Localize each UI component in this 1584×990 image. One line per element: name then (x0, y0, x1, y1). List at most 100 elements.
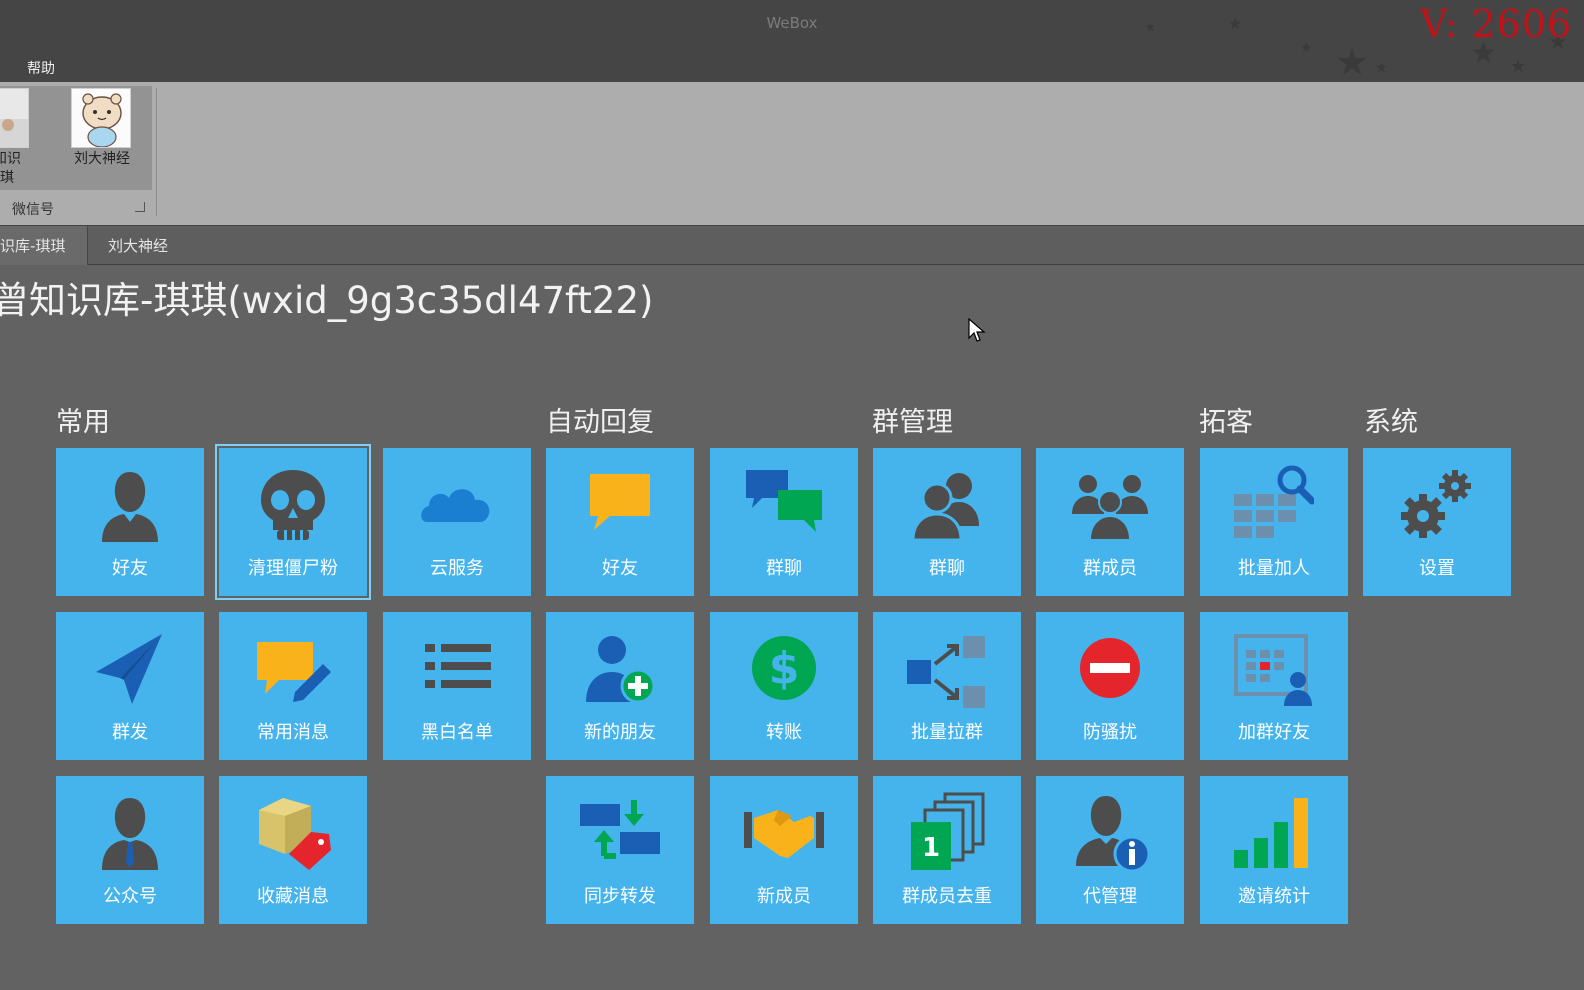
star-decoration-icon: ★ (1335, 40, 1370, 82)
tile-proxy-manage[interactable]: 代管理 (1036, 776, 1184, 924)
group-label: 微信号 (12, 202, 54, 218)
tile-label: 常用消息 (257, 722, 329, 743)
account-name-line: 琪琪 (0, 170, 14, 186)
tab-account-1[interactable]: 识库-琪琪 (0, 226, 88, 265)
tile-label: 批量拉群 (911, 722, 983, 743)
tile-label: 批量加人 (1238, 558, 1310, 579)
avatar (0, 88, 29, 148)
skull-icon (261, 470, 325, 540)
tile-label: 转账 (766, 722, 802, 743)
tile-clean-zombie[interactable]: 清理僵尸粉 (215, 444, 371, 600)
grid-search-icon (1234, 465, 1314, 538)
section-system: 系统 (1364, 407, 1418, 438)
tile-batch-pull[interactable]: 批量拉群 (873, 612, 1021, 760)
tile-label: 好友 (112, 558, 148, 579)
tile-friends[interactable]: 好友 (56, 448, 204, 596)
ribbon-divider (156, 88, 157, 216)
box-tag-icon (259, 798, 331, 870)
tile-label: 新成员 (757, 886, 811, 907)
tile-label: 加群好友 (1238, 722, 1310, 743)
menu-help[interactable]: 帮助 (27, 58, 55, 78)
bar-chart-icon (1234, 798, 1308, 868)
tile-settings[interactable]: 设置 (1363, 448, 1511, 596)
tile-label: 设置 (1419, 558, 1455, 579)
tile-label: 群成员去重 (902, 886, 992, 907)
tile-label: 邀请统计 (1238, 886, 1310, 907)
paper-plane-icon (96, 634, 162, 704)
tile-group-members[interactable]: 群成员 (1036, 448, 1184, 596)
tile-cloud[interactable]: 云服务 (383, 448, 531, 596)
person-icon (102, 472, 158, 542)
account-group: 曾知识 琪琪 刘大神经 (0, 86, 152, 190)
stacked-docs-icon: 1 (911, 792, 985, 870)
cloud-icon (421, 489, 490, 522)
dialog-launcher-icon[interactable] (135, 202, 145, 212)
tile-sync-forward[interactable]: 同步转发 (546, 776, 694, 924)
account-title: 曾知识库-琪琪(wxid_9g3c35dl47ft22) (0, 279, 654, 322)
message-edit-icon (257, 642, 331, 702)
webox-window: ★ ★ ★ ★ ★ ★ ★ ★ WeBox V: 2606 帮助 曾知识 琪琪 (0, 0, 1584, 990)
tab-account-2[interactable]: 刘大神经 (90, 226, 186, 265)
dollar-icon: $ (752, 636, 816, 700)
tile-auto-reply-group[interactable]: 群聊 (710, 448, 858, 596)
tile-add-group-friends[interactable]: 加群好友 (1200, 612, 1348, 760)
tile-label: 公众号 (103, 886, 157, 907)
version-label: V: 2606 (1420, 2, 1573, 46)
tile-transfer[interactable]: $ 转账 (710, 612, 858, 760)
tile-favorites[interactable]: 收藏消息 (219, 776, 367, 924)
tile-official-account[interactable]: 公众号 (56, 776, 204, 924)
section-auto-reply: 自动回复 (546, 407, 654, 438)
person-info-icon (1076, 796, 1150, 872)
account-name-line: 刘大神经 (74, 151, 130, 167)
tile-label: 收藏消息 (257, 886, 329, 907)
section-group-manage: 群管理 (872, 407, 953, 438)
no-entry-icon (1080, 638, 1140, 698)
account-name: 刘大神经 (66, 150, 138, 169)
tile-new-friend[interactable]: 新的朋友 (546, 612, 694, 760)
tile-label: 群成员 (1083, 558, 1137, 579)
tile-common-messages[interactable]: 常用消息 (219, 612, 367, 760)
account-name: 曾知识 琪琪 (0, 150, 36, 188)
tile-label: 好友 (602, 558, 638, 579)
list-icon (425, 644, 491, 688)
account-button[interactable]: 曾知识 琪琪 (0, 88, 30, 188)
tile-label: 云服务 (430, 558, 484, 579)
tile-auto-reply-friend[interactable]: 好友 (546, 448, 694, 596)
tile-invite-stats[interactable]: 邀请统计 (1200, 776, 1348, 924)
businessman-icon (102, 798, 158, 870)
speech-bubble-icon (590, 474, 650, 530)
two-people-icon (911, 473, 979, 542)
group-icon (1072, 475, 1148, 541)
account-name-line: 曾知识 (0, 151, 21, 167)
tile-blackwhite-list[interactable]: 黑白名单 (383, 612, 531, 760)
tile-member-dedupe[interactable]: 1 群成员去重 (873, 776, 1021, 924)
ribbon: 曾知识 琪琪 刘大神经 (0, 82, 1584, 225)
calendar-person-icon (1234, 634, 1312, 706)
sync-arrows-icon (580, 800, 660, 859)
tile-label: 群聊 (929, 558, 965, 579)
star-decoration-icon: ★ (1510, 56, 1527, 77)
window-title: WeBox (766, 14, 818, 32)
tile-label: 黑白名单 (421, 722, 493, 743)
tile-label: 群聊 (766, 558, 802, 579)
tile-label: 代管理 (1083, 886, 1137, 907)
tile-mass-send[interactable]: 群发 (56, 612, 204, 760)
account-button[interactable]: 刘大神经 (70, 88, 132, 188)
tile-label: 同步转发 (584, 886, 656, 907)
tile-anti-harass[interactable]: 防骚扰 (1036, 612, 1184, 760)
account-tabs: 识库-琪琪 刘大神经 (0, 225, 1584, 265)
tile-label: 群发 (112, 722, 148, 743)
section-expand: 拓客 (1199, 407, 1253, 438)
star-decoration-icon: ★ (1375, 60, 1388, 76)
tile-group-chat[interactable]: 群聊 (873, 448, 1021, 596)
add-person-icon (586, 636, 656, 704)
tile-new-member[interactable]: 新成员 (710, 776, 858, 924)
tile-batch-add[interactable]: 批量加人 (1200, 448, 1348, 596)
avatar (71, 88, 131, 148)
tile-label: 清理僵尸粉 (248, 558, 338, 579)
title-bar: ★ ★ ★ ★ ★ ★ ★ ★ WeBox V: 2606 帮助 (0, 0, 1584, 82)
tile-label: 新的朋友 (584, 722, 656, 743)
gears-icon (1401, 470, 1471, 538)
star-decoration-icon: ★ (1300, 40, 1313, 56)
section-common: 常用 (56, 407, 110, 438)
